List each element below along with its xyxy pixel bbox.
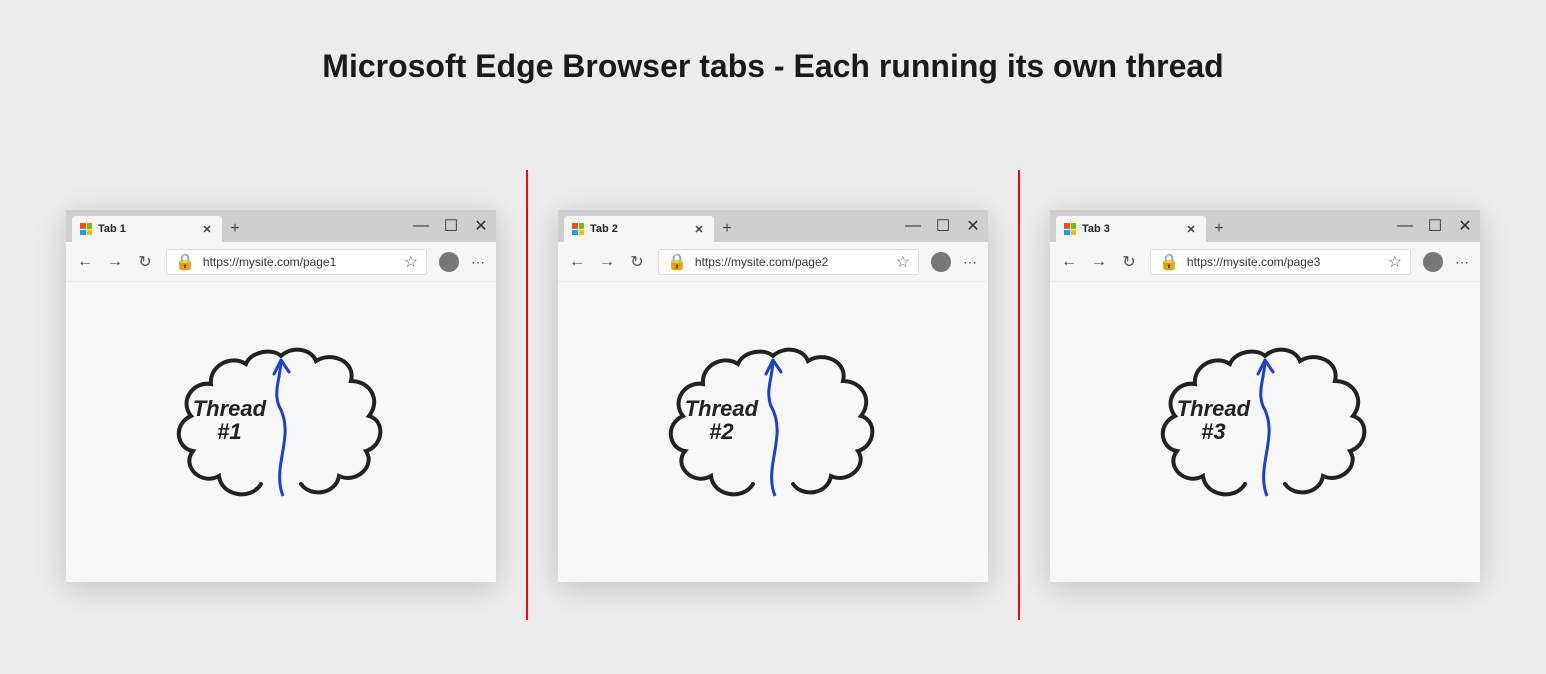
page-viewport: Thread #3	[1050, 282, 1480, 582]
favorite-star-icon[interactable]: ☆	[1388, 252, 1402, 272]
browser-window-3: Tab 3 ✕ + — ☐ ✕ ← → ↻ 🔒 https://mysite.c…	[1050, 210, 1480, 582]
new-tab-button[interactable]: +	[222, 216, 248, 242]
more-menu-icon[interactable]: ⋯	[471, 255, 486, 269]
refresh-icon[interactable]: ↻	[628, 253, 646, 271]
page-viewport: Thread #1	[66, 282, 496, 582]
profile-avatar[interactable]	[439, 252, 459, 272]
microsoft-logo-icon	[80, 223, 92, 235]
thread-label: Thread #2	[685, 397, 758, 443]
page-viewport: Thread #2	[558, 282, 988, 582]
diagram-stage: Tab 1 ✕ + — ☐ ✕ ← → ↻ 🔒 https://mysite.c…	[0, 170, 1546, 620]
lock-icon: 🔒	[1159, 252, 1179, 272]
separator-line	[1018, 170, 1020, 620]
tab-title: Tab 2	[590, 223, 686, 235]
thread-cloud-illustration	[151, 326, 411, 526]
thread-label: Thread #3	[1177, 397, 1250, 443]
maximize-button[interactable]: ☐	[1420, 210, 1450, 242]
browser-tab[interactable]: Tab 1 ✕	[72, 216, 222, 242]
forward-icon[interactable]: →	[106, 253, 124, 271]
back-icon[interactable]: ←	[76, 253, 94, 271]
minimize-button[interactable]: —	[898, 210, 928, 242]
thread-cloud-illustration	[1135, 326, 1395, 526]
tab-title: Tab 1	[98, 223, 194, 235]
back-icon[interactable]: ←	[568, 253, 586, 271]
window-controls: — ☐ ✕	[406, 210, 496, 242]
minimize-button[interactable]: —	[1390, 210, 1420, 242]
close-window-button[interactable]: ✕	[1450, 210, 1480, 242]
window-titlebar: Tab 3 ✕ + — ☐ ✕	[1050, 210, 1480, 242]
browser-window-2: Tab 2 ✕ + — ☐ ✕ ← → ↻ 🔒 https://mysite.c…	[558, 210, 988, 582]
lock-icon: 🔒	[667, 252, 687, 272]
maximize-button[interactable]: ☐	[928, 210, 958, 242]
favorite-star-icon[interactable]: ☆	[896, 252, 910, 272]
favorite-star-icon[interactable]: ☆	[404, 252, 418, 272]
address-bar[interactable]: 🔒 https://mysite.com/page1 ☆	[166, 249, 427, 275]
separator-line	[526, 170, 528, 620]
window-controls: — ☐ ✕	[1390, 210, 1480, 242]
close-tab-icon[interactable]: ✕	[200, 222, 214, 236]
refresh-icon[interactable]: ↻	[136, 253, 154, 271]
url-text: https://mysite.com/page3	[1187, 255, 1380, 269]
close-tab-icon[interactable]: ✕	[692, 222, 706, 236]
back-icon[interactable]: ←	[1060, 253, 1078, 271]
forward-icon[interactable]: →	[598, 253, 616, 271]
browser-tab[interactable]: Tab 2 ✕	[564, 216, 714, 242]
profile-avatar[interactable]	[931, 252, 951, 272]
close-tab-icon[interactable]: ✕	[1184, 222, 1198, 236]
profile-avatar[interactable]	[1423, 252, 1443, 272]
refresh-icon[interactable]: ↻	[1120, 253, 1138, 271]
address-bar[interactable]: 🔒 https://mysite.com/page3 ☆	[1150, 249, 1411, 275]
microsoft-logo-icon	[572, 223, 584, 235]
close-window-button[interactable]: ✕	[466, 210, 496, 242]
new-tab-button[interactable]: +	[714, 216, 740, 242]
thread-label: Thread #1	[193, 397, 266, 443]
thread-cloud-illustration	[643, 326, 903, 526]
browser-tab[interactable]: Tab 3 ✕	[1056, 216, 1206, 242]
new-tab-button[interactable]: +	[1206, 216, 1232, 242]
window-controls: — ☐ ✕	[898, 210, 988, 242]
forward-icon[interactable]: →	[1090, 253, 1108, 271]
browser-window-1: Tab 1 ✕ + — ☐ ✕ ← → ↻ 🔒 https://mysite.c…	[66, 210, 496, 582]
minimize-button[interactable]: —	[406, 210, 436, 242]
microsoft-logo-icon	[1064, 223, 1076, 235]
more-menu-icon[interactable]: ⋯	[1455, 255, 1470, 269]
close-window-button[interactable]: ✕	[958, 210, 988, 242]
address-bar[interactable]: 🔒 https://mysite.com/page2 ☆	[658, 249, 919, 275]
tab-title: Tab 3	[1082, 223, 1178, 235]
browser-toolbar: ← → ↻ 🔒 https://mysite.com/page3 ☆ ⋯	[1050, 242, 1480, 282]
more-menu-icon[interactable]: ⋯	[963, 255, 978, 269]
window-titlebar: Tab 2 ✕ + — ☐ ✕	[558, 210, 988, 242]
browser-toolbar: ← → ↻ 🔒 https://mysite.com/page2 ☆ ⋯	[558, 242, 988, 282]
url-text: https://mysite.com/page1	[203, 255, 396, 269]
url-text: https://mysite.com/page2	[695, 255, 888, 269]
maximize-button[interactable]: ☐	[436, 210, 466, 242]
browser-toolbar: ← → ↻ 🔒 https://mysite.com/page1 ☆ ⋯	[66, 242, 496, 282]
diagram-title: Microsoft Edge Browser tabs - Each runni…	[0, 48, 1546, 85]
lock-icon: 🔒	[175, 252, 195, 272]
window-titlebar: Tab 1 ✕ + — ☐ ✕	[66, 210, 496, 242]
